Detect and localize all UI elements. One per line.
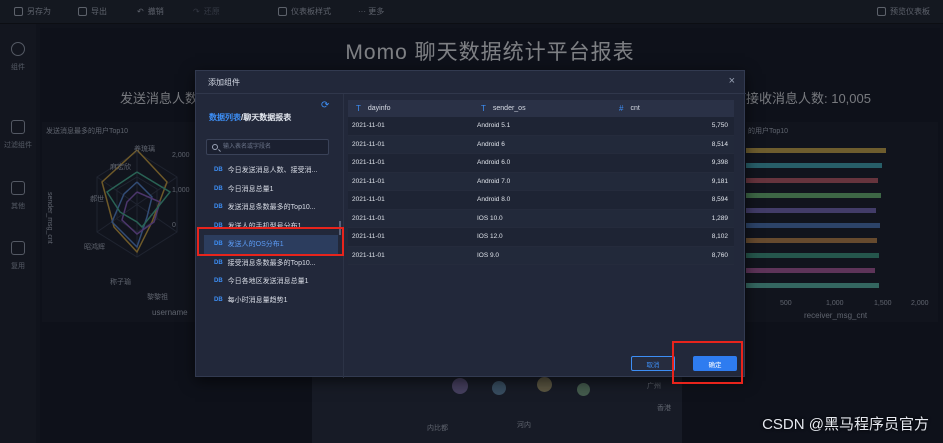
table-list-item[interactable]: DB 每小时消息量趋势1 (204, 291, 338, 310)
database-icon: DB (214, 296, 223, 303)
table-list-item[interactable]: DB 今日消息总量1 (204, 180, 338, 199)
table-row: 2021-11-01 IOS 9.0 8,760 (348, 246, 734, 265)
table-name: 今日消息总量1 (227, 185, 274, 193)
table-cell: 5,750 (711, 122, 728, 130)
search-icon (212, 144, 218, 150)
refresh-icon[interactable]: ⟳ (321, 100, 329, 111)
database-icon: DB (214, 259, 223, 266)
table-list-item[interactable]: DB 今日各地区发送消息总量1 (204, 272, 338, 291)
table-cell: Android 5.1 (477, 122, 511, 130)
table-cell: 2021-11-01 (352, 122, 385, 130)
table-cell: 2021-11-01 (352, 214, 385, 222)
table-row: 2021-11-01 Android 7.0 9,181 (348, 172, 734, 191)
table-cell: 2021-11-01 (352, 251, 385, 259)
table-name: 今日各地区发送消息总量1 (227, 278, 309, 286)
table-cell: 2021-11-01 (352, 177, 385, 185)
table-name: 今日发送消息人数、接受消... (227, 167, 318, 175)
database-icon: DB (214, 185, 223, 192)
data-preview-table: Tdayinfo Tsender_os # cnt 2021-11-01 Andro… (348, 100, 734, 265)
database-icon: DB (214, 278, 223, 285)
table-cell: IOS 12.0 (477, 233, 503, 241)
column-header: Tsender_os (481, 104, 526, 113)
table-cell: 8,514 (711, 140, 728, 148)
table-cell: 1,289 (711, 214, 728, 222)
table-row: 2021-11-01 IOS 12.0 8,102 (348, 228, 734, 247)
breadcrumb-current: 聊天数据报表 (243, 113, 292, 122)
table-cell: Android 6 (477, 140, 505, 148)
table-search-input[interactable]: 输入表名或字段名 (206, 139, 329, 155)
table-name: 发送消息条数最多的Top10... (227, 204, 316, 212)
table-header: Tdayinfo Tsender_os # cnt (348, 100, 734, 117)
table-cell: Android 6.0 (477, 159, 511, 167)
table-cell: 2021-11-01 (352, 233, 385, 241)
close-icon[interactable]: × (729, 75, 735, 87)
table-cell: 8,760 (711, 251, 728, 259)
highlight-box-confirm (672, 341, 743, 384)
table-row: 2021-11-01 Android 6.0 9,398 (348, 154, 734, 173)
table-name: 每小时消息量趋势1 (227, 296, 288, 304)
watermark: CSDN @黑马程序员官方 (762, 416, 929, 433)
table-row: 2021-11-01 IOS 10.0 1,289 (348, 209, 734, 228)
table-cell: 2021-11-01 (352, 140, 385, 148)
table-row: 2021-11-01 Android 6 8,514 (348, 135, 734, 154)
table-cell: IOS 9.0 (477, 251, 500, 259)
table-list-item[interactable]: DB 发送消息条数最多的Top10... (204, 198, 338, 217)
table-body: 2021-11-01 Android 5.1 5,750 2021-11-01 Andr… (348, 117, 734, 265)
column-header: Tdayinfo (356, 104, 391, 113)
breadcrumb: 数据列表/聊天数据报表 (209, 113, 292, 122)
add-component-dialog: 添加组件 × 数据列表/聊天数据报表 ⟳ 输入表名或字段名 DB 今日发送消息人数… (195, 70, 746, 378)
database-icon: DB (214, 167, 223, 174)
table-cell: 8,594 (711, 196, 728, 204)
table-cell: 9,398 (711, 159, 728, 167)
table-row: 2021-11-01 Android 8.0 8,594 (348, 191, 734, 210)
column-header: # cnt (619, 104, 640, 113)
breadcrumb-data-list[interactable]: 数据列表 (209, 113, 241, 122)
database-icon: DB (214, 204, 223, 211)
table-list-item[interactable]: DB 接受消息条数最多的Top10... (204, 254, 338, 273)
table-row: 2021-11-01 Android 5.1 5,750 (348, 117, 734, 136)
table-cell: Android 8.0 (477, 196, 511, 204)
table-cell: 2021-11-01 (352, 196, 385, 204)
text-type-icon: T (481, 104, 486, 113)
table-cell: 8,102 (711, 233, 728, 241)
dialog-title: 添加组件 (208, 78, 240, 87)
number-type-icon: # (619, 104, 624, 113)
text-type-icon: T (356, 104, 361, 113)
table-cell: 2021-11-01 (352, 159, 385, 167)
divider (196, 93, 746, 94)
cancel-button[interactable]: 取消 (631, 356, 675, 371)
table-cell: IOS 10.0 (477, 214, 503, 222)
table-name: 接受消息条数最多的Top10... (227, 259, 316, 267)
table-cell: 9,181 (711, 177, 728, 185)
table-cell: Android 7.0 (477, 177, 511, 185)
table-list-item[interactable]: DB 今日发送消息人数、接受消... (204, 161, 338, 180)
highlight-box-selected-table (197, 227, 344, 256)
